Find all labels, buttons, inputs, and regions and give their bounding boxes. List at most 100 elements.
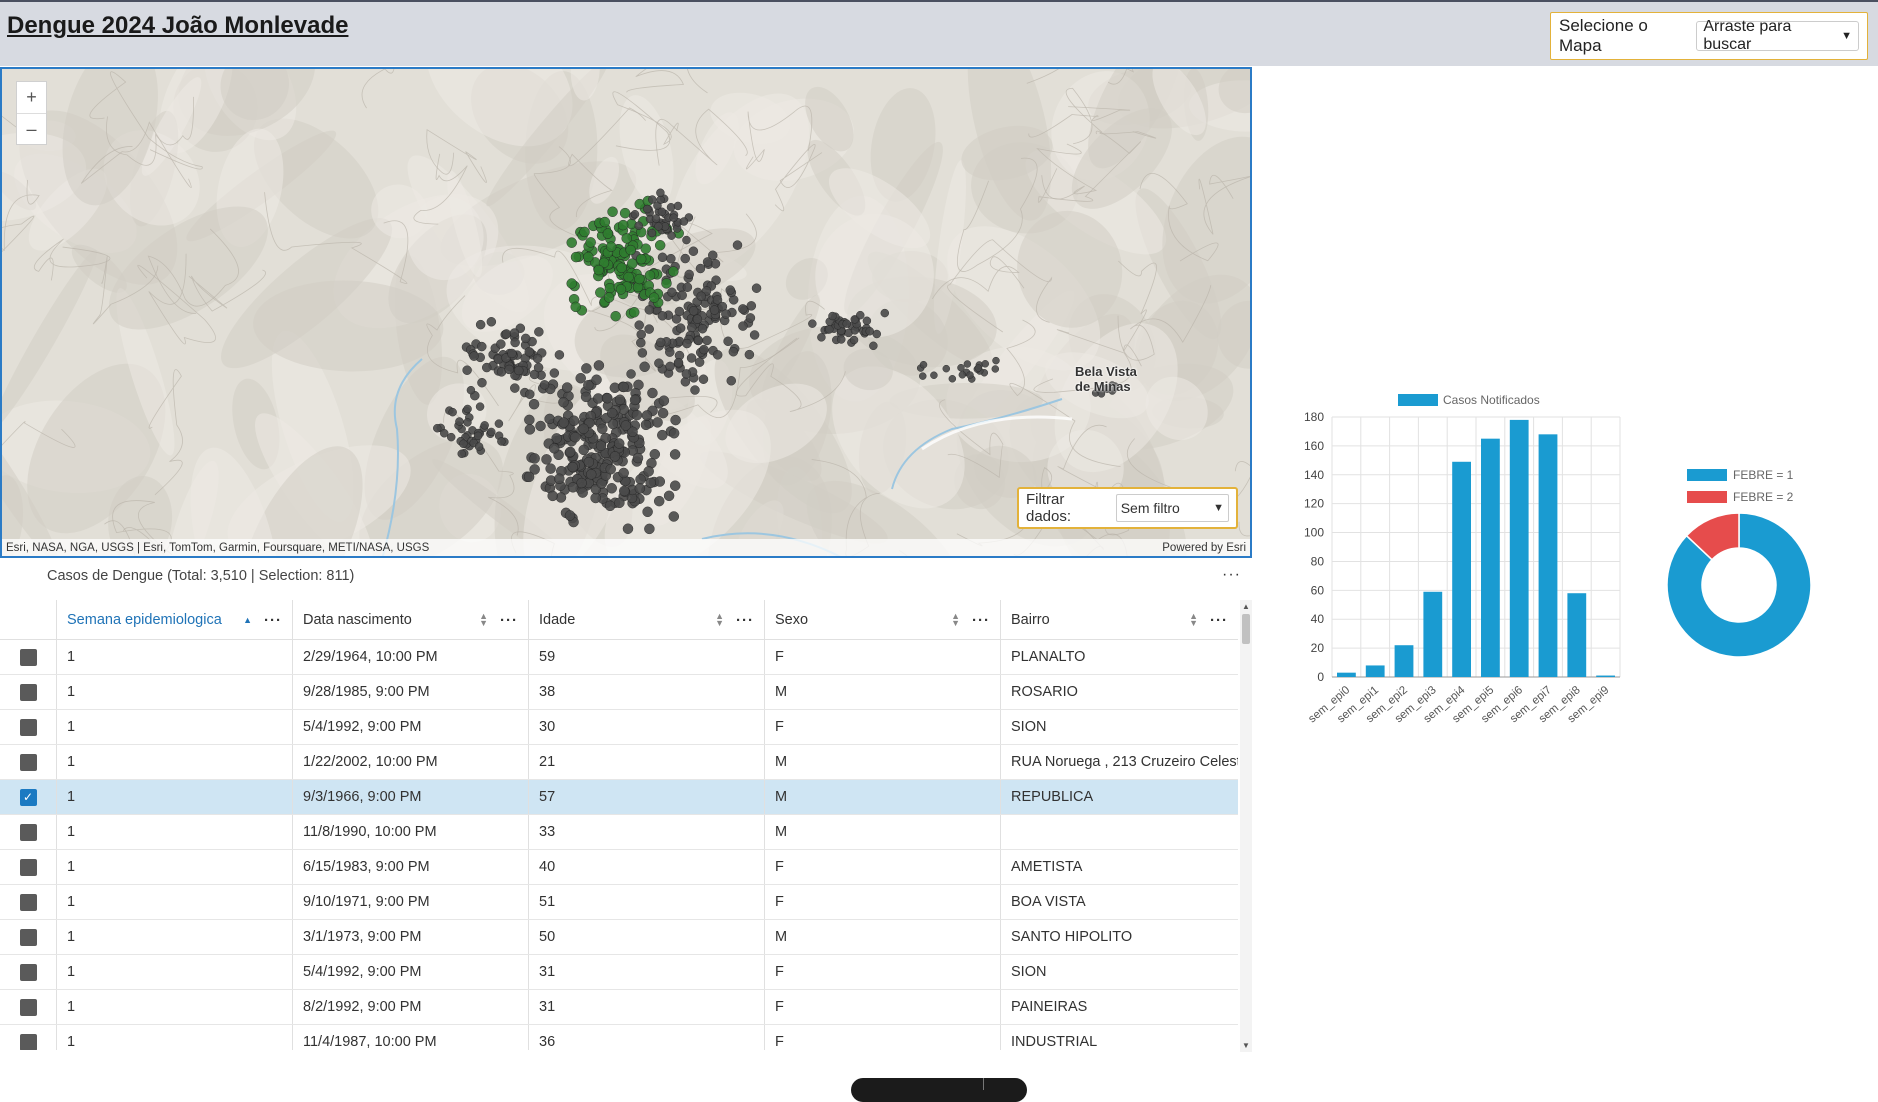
case-point <box>459 439 468 449</box>
case-point <box>613 438 625 449</box>
bar-sem_epi6 <box>1509 419 1529 677</box>
cell-data: 2/29/1964, 10:00 PM <box>292 640 528 674</box>
cell-bairro: BOA VISTA <box>1000 885 1238 919</box>
row-checkbox[interactable] <box>19 998 37 1016</box>
row-checkbox-checked[interactable]: ✓ <box>19 788 37 806</box>
cell-sexo: M <box>764 675 1000 709</box>
column-menu-icon[interactable]: ··· <box>736 612 754 629</box>
case-point <box>544 413 555 425</box>
sort-icon[interactable]: ▲ ▼ <box>715 612 724 628</box>
sort-icon[interactable]: ▲ ▼ <box>1189 612 1198 628</box>
bar-sem_epi8 <box>1567 593 1587 677</box>
cell-idade: 40 <box>528 850 764 884</box>
column-header-sexo[interactable]: Sexo ▲ ▼ ··· <box>764 600 1000 640</box>
case-point <box>618 381 629 393</box>
place-label-line-2: de Minas <box>1075 379 1131 394</box>
sort-icon[interactable]: ▲ ▼ <box>479 612 488 628</box>
map-view[interactable]: + – Bela Vista de Minas Filtrar dados: S… <box>0 67 1252 558</box>
table-row[interactable]: 1 9/10/1971, 9:00 PM 51 F BOA VISTA <box>0 885 1238 920</box>
column-menu-icon[interactable]: ··· <box>264 612 282 629</box>
case-point <box>614 394 626 406</box>
row-checkbox[interactable] <box>19 963 37 981</box>
case-point <box>532 353 543 364</box>
table-row[interactable]: 1 3/1/1973, 9:00 PM 50 M SANTO HIPOLITO <box>0 920 1238 955</box>
column-menu-icon[interactable]: ··· <box>1210 612 1228 629</box>
case-point <box>535 420 546 432</box>
row-checkbox[interactable] <box>19 928 37 946</box>
table-row[interactable]: 1 11/8/1990, 10:00 PM 33 M <box>0 815 1238 850</box>
table-row[interactable]: 1 11/4/1987, 10:00 PM 36 F INDUSTRIAL <box>0 1025 1238 1050</box>
case-point <box>514 365 524 376</box>
y-tick-label: 60 <box>1311 583 1325 597</box>
zoom-in-button[interactable]: + <box>17 82 46 113</box>
row-checkbox[interactable] <box>19 1033 37 1050</box>
case-point <box>744 349 755 360</box>
row-checkbox[interactable] <box>19 893 37 911</box>
column-header-idade[interactable]: Idade ▲ ▼ ··· <box>528 600 764 640</box>
case-point <box>647 387 658 399</box>
data-filter[interactable]: Filtrar dados: Sem filtro ▼ <box>1017 487 1238 529</box>
scroll-down-icon[interactable]: ▼ <box>1242 1041 1250 1050</box>
y-tick-label: 120 <box>1304 497 1324 511</box>
case-point <box>702 257 713 267</box>
cell-sexo: F <box>764 710 1000 744</box>
case-point <box>623 271 634 283</box>
column-header-bairro[interactable]: Bairro ▲ ▼ ··· <box>1000 600 1238 640</box>
table-row[interactable]: 1 8/2/1992, 9:00 PM 31 F PAINEIRAS <box>0 990 1238 1025</box>
case-point <box>657 207 667 217</box>
case-point <box>648 292 660 303</box>
case-point <box>539 380 550 390</box>
bottom-toolbar[interactable] <box>851 1078 1027 1102</box>
column-header-semana[interactable]: Semana epidemiologica ▲ ··· <box>56 600 292 640</box>
table-scrollbar[interactable]: ▲ ▼ <box>1240 600 1252 1052</box>
case-point <box>697 323 708 334</box>
case-point <box>836 335 846 344</box>
case-point <box>610 310 621 322</box>
legend-label-febre-2: FEBRE = 2 <box>1733 490 1794 504</box>
case-point <box>529 453 540 464</box>
row-checkbox[interactable] <box>19 718 37 736</box>
case-point <box>631 409 643 421</box>
column-header-data-nascimento[interactable]: Data nascimento ▲ ▼ ··· <box>292 600 528 640</box>
bar-sem_epi2 <box>1394 645 1414 677</box>
case-point <box>654 222 663 231</box>
row-checkbox[interactable] <box>19 683 37 701</box>
table-row[interactable]: 1 5/4/1992, 9:00 PM 30 F SION <box>0 710 1238 745</box>
table-row[interactable]: 1 2/29/1964, 10:00 PM 59 F PLANALTO <box>0 640 1238 675</box>
column-menu-icon[interactable]: ··· <box>972 612 990 629</box>
table-row[interactable]: 1 9/28/1985, 9:00 PM 38 M ROSARIO <box>0 675 1238 710</box>
sort-icon[interactable]: ▲ ▼ <box>951 612 960 628</box>
map-search-dropdown[interactable]: Arraste para buscar ▼ <box>1696 18 1859 53</box>
case-point <box>486 317 497 327</box>
app-header: Dengue 2024 João Monlevade Selecione o M… <box>0 0 1878 66</box>
zoom-control: + – <box>16 81 47 145</box>
sort-ascending-icon[interactable]: ▲ <box>243 615 252 624</box>
table-row[interactable]: 1 1/22/2002, 10:00 PM 21 M RUA Noruega , 213… <box>0 745 1238 780</box>
row-checkbox[interactable] <box>19 823 37 841</box>
scrollbar-thumb[interactable] <box>1242 614 1250 644</box>
table-row[interactable]: 1 6/15/1983, 9:00 PM 40 F AMETISTA <box>0 850 1238 885</box>
powered-by-esri[interactable]: Powered by Esri <box>1162 542 1246 554</box>
case-point <box>680 377 691 387</box>
cell-semana: 1 <box>56 955 292 989</box>
table-row[interactable]: ✓ 1 9/3/1966, 9:00 PM 57 M REPUBLICA <box>0 780 1238 815</box>
attribution-sources: Esri, NASA, NGA, USGS | Esri, TomTom, Ga… <box>6 541 430 554</box>
row-checkbox[interactable] <box>19 858 37 876</box>
scroll-up-icon[interactable]: ▲ <box>1242 602 1250 611</box>
column-menu-icon[interactable]: ··· <box>500 612 518 629</box>
case-point <box>609 451 621 462</box>
zoom-out-button[interactable]: – <box>17 113 46 144</box>
case-point <box>525 389 535 399</box>
table-options-icon[interactable]: ··· <box>1222 566 1241 584</box>
case-point <box>630 210 640 219</box>
data-filter-dropdown[interactable]: Sem filtro ▼ <box>1115 494 1229 522</box>
case-point <box>654 358 664 368</box>
cell-idade: 59 <box>528 640 764 674</box>
map-selector[interactable]: Selecione o Mapa Arraste para buscar ▼ <box>1550 12 1868 60</box>
case-point <box>528 398 540 410</box>
case-point <box>677 290 687 301</box>
table-row[interactable]: 1 5/4/1992, 9:00 PM 31 F SION <box>0 955 1238 990</box>
case-point <box>673 357 684 368</box>
row-checkbox[interactable] <box>19 753 37 771</box>
row-checkbox[interactable] <box>19 648 37 666</box>
